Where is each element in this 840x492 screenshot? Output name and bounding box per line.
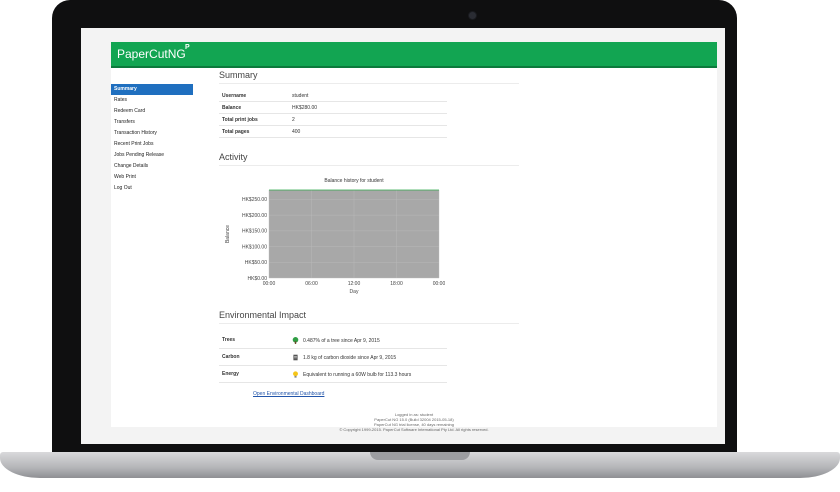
summary-table: Username student Balance HK$280.00 Total p… (219, 90, 447, 138)
main-content: Summary Username student Balance HK$280.00… (219, 70, 519, 383)
sidebar-item-transaction-history[interactable]: Transaction History (111, 128, 193, 139)
sidebar-item-recent-print-jobs[interactable]: Recent Print Jobs (111, 139, 193, 150)
environmental-dashboard-link[interactable]: Open Environmental Dashboard (253, 391, 324, 397)
sidebar-item-summary[interactable]: Summary (111, 84, 193, 95)
sidebar-item-redeem-card[interactable]: Redeem Card (111, 106, 193, 117)
summary-value: HK$280.00 (289, 101, 447, 114)
camera-icon (469, 12, 476, 19)
sidebar-item-jobs-pending-release[interactable]: Jobs Pending Release (111, 150, 193, 161)
x-tick-label: 00:00 (433, 281, 445, 287)
section-divider (219, 165, 519, 166)
table-row: Balance HK$280.00 (219, 101, 447, 114)
balance-chart: Balance history for student HK$0.00 HK$50.… (219, 172, 445, 302)
chart-title: Balance history for student (324, 178, 384, 184)
summary-key: Username (219, 90, 289, 102)
activity-title: Activity (219, 152, 248, 162)
summary-title: Summary (219, 70, 258, 80)
env-key: Trees (219, 332, 289, 349)
x-tick-label: 12:00 (348, 281, 361, 287)
environment-title: Environmental Impact (219, 310, 307, 320)
sidebar-item-rates[interactable]: Rates (111, 95, 193, 106)
laptop-notch (370, 452, 470, 460)
sidebar-item-change-details[interactable]: Change Details (111, 161, 193, 172)
y-tick-label: HK$50.00 (245, 260, 267, 266)
x-tick-label: 18:00 (390, 281, 403, 287)
footer-line: © Copyright 1999-2015. PaperCut Software… (339, 427, 489, 432)
carbon-icon (293, 354, 298, 360)
y-tick-label: HK$150.00 (242, 229, 267, 235)
section-divider (219, 83, 519, 84)
env-value: Equivalent to running a 60W bulb for 113… (289, 365, 447, 383)
brand-logo[interactable]: PaperCutNG (117, 47, 186, 61)
table-row: Carbon 1.8 kg of carbon dioxide since Ap… (219, 348, 447, 366)
summary-key: Total pages (219, 125, 289, 138)
tree-icon (292, 336, 299, 344)
header-divider (111, 66, 717, 68)
env-key: Carbon (219, 348, 289, 366)
env-value: 0.487% of a tree since Apr 9, 2015 (289, 332, 447, 349)
table-row: Username student (219, 90, 447, 102)
y-tick-label: HK$100.00 (242, 244, 267, 250)
y-tick-label: HK$200.00 (242, 213, 267, 219)
sidebar-item-transfers[interactable]: Transfers (111, 117, 193, 128)
sidebar-item-log-out[interactable]: Log Out (111, 183, 193, 194)
summary-value: student (289, 90, 447, 102)
summary-key: Total print jobs (219, 113, 289, 126)
papercut-page: PaperCutNG P Summary Rates Redeem Card T… (111, 42, 717, 432)
screen: PaperCutNG P Summary Rates Redeem Card T… (81, 28, 725, 444)
sidebar-item-web-print[interactable]: Web Print (111, 172, 193, 183)
x-axis-label: Day (350, 289, 359, 295)
app-header: PaperCutNG P (111, 42, 717, 66)
env-value-text: Equivalent to running a 60W bulb for 113… (303, 371, 412, 378)
y-axis-label: Balance (225, 225, 231, 243)
sidebar-nav: Summary Rates Redeem Card Transfers Tran… (111, 84, 193, 194)
y-tick-label: HK$250.00 (242, 197, 267, 203)
env-value-text: 1.8 kg of carbon dioxide since Apr 9, 20… (303, 354, 397, 361)
table-row: Energy Equivalent to running a 60W bulb … (219, 365, 447, 383)
table-row: Trees 0.487% of a tree since Apr 9, 2015 (219, 332, 447, 349)
balance-chart-svg: Balance history for studentHK$0.00HK$50.… (225, 178, 445, 295)
table-row: Total print jobs 2 (219, 113, 447, 126)
table-row: Total pages 400 (219, 125, 447, 138)
summary-value: 400 (289, 125, 447, 138)
brand-mark-icon: P (185, 44, 190, 51)
summary-value: 2 (289, 113, 447, 126)
env-key: Energy (219, 365, 289, 383)
bulb-icon (293, 370, 298, 378)
summary-key: Balance (219, 101, 289, 114)
env-value: 1.8 kg of carbon dioxide since Apr 9, 20… (289, 348, 447, 366)
env-value-text: 0.487% of a tree since Apr 9, 2015 (303, 337, 380, 344)
x-tick-label: 00:00 (263, 281, 276, 287)
environment-table: Trees 0.487% of a tree since Apr 9, 2015… (219, 332, 447, 383)
page-footer: Logged in as: student PaperCut NG 15.0 (… (111, 412, 717, 432)
x-tick-label: 06:00 (305, 281, 318, 287)
section-divider (219, 323, 519, 324)
